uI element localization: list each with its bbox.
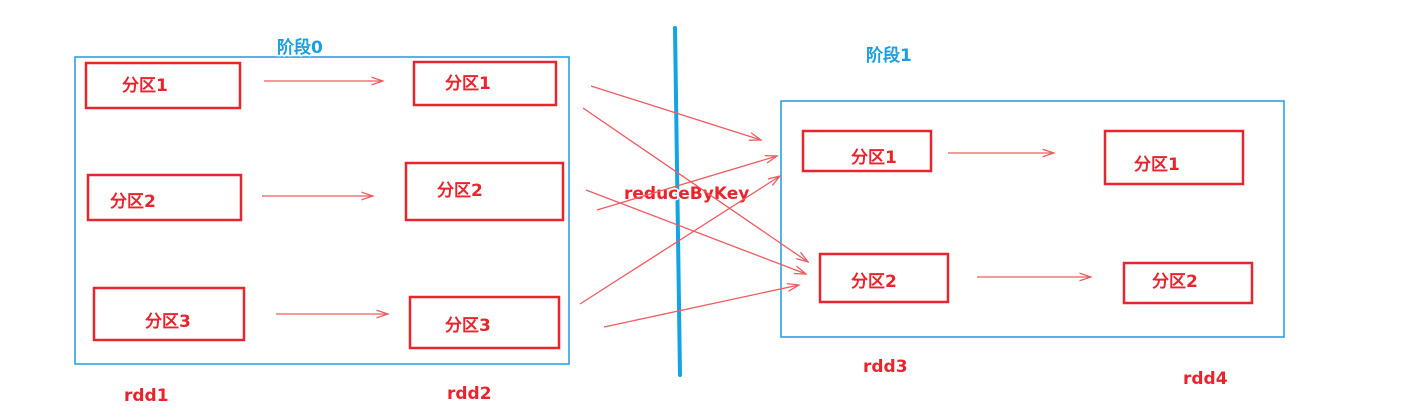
rdd4-partition-2-label: 分区2	[1152, 272, 1198, 292]
shuffle-arrow	[603, 285, 799, 328]
rdd1-partition-1-label: 分区1	[122, 76, 168, 96]
rdd1-label: rdd1	[124, 386, 169, 406]
rdd2-partition-2-label: 分区2	[437, 181, 483, 201]
rdd1-partition-3-label: 分区3	[145, 312, 191, 332]
stage-0-label: 阶段0	[277, 37, 323, 58]
rdd3-partition-1-label: 分区1	[851, 148, 897, 168]
rdd3-partition-2-label: 分区2	[851, 272, 897, 292]
rdd2-partition-2	[404, 161, 565, 222]
rdd4-label: rdd4	[1183, 369, 1228, 389]
rdd2-partition-1-label: 分区1	[445, 74, 491, 94]
rdd4-partition-1-label: 分区1	[1134, 155, 1180, 175]
reducebykey-label: reduceByKey	[624, 184, 749, 204]
rdd3-label: rdd3	[863, 357, 908, 377]
rdd2-partition-3-label: 分区3	[445, 316, 491, 336]
shuffle-arrow	[582, 107, 808, 262]
spark-stage-diagram: 阶段0 阶段1 分区1 分区2 分区3 分区1 分区2 分区3 分区1 分区2 …	[74, 26, 1285, 408]
rdd2-label: rdd2	[447, 384, 492, 404]
stage-1-label: 阶段1	[866, 45, 912, 66]
rdd1-partition-2-label: 分区2	[110, 192, 156, 212]
